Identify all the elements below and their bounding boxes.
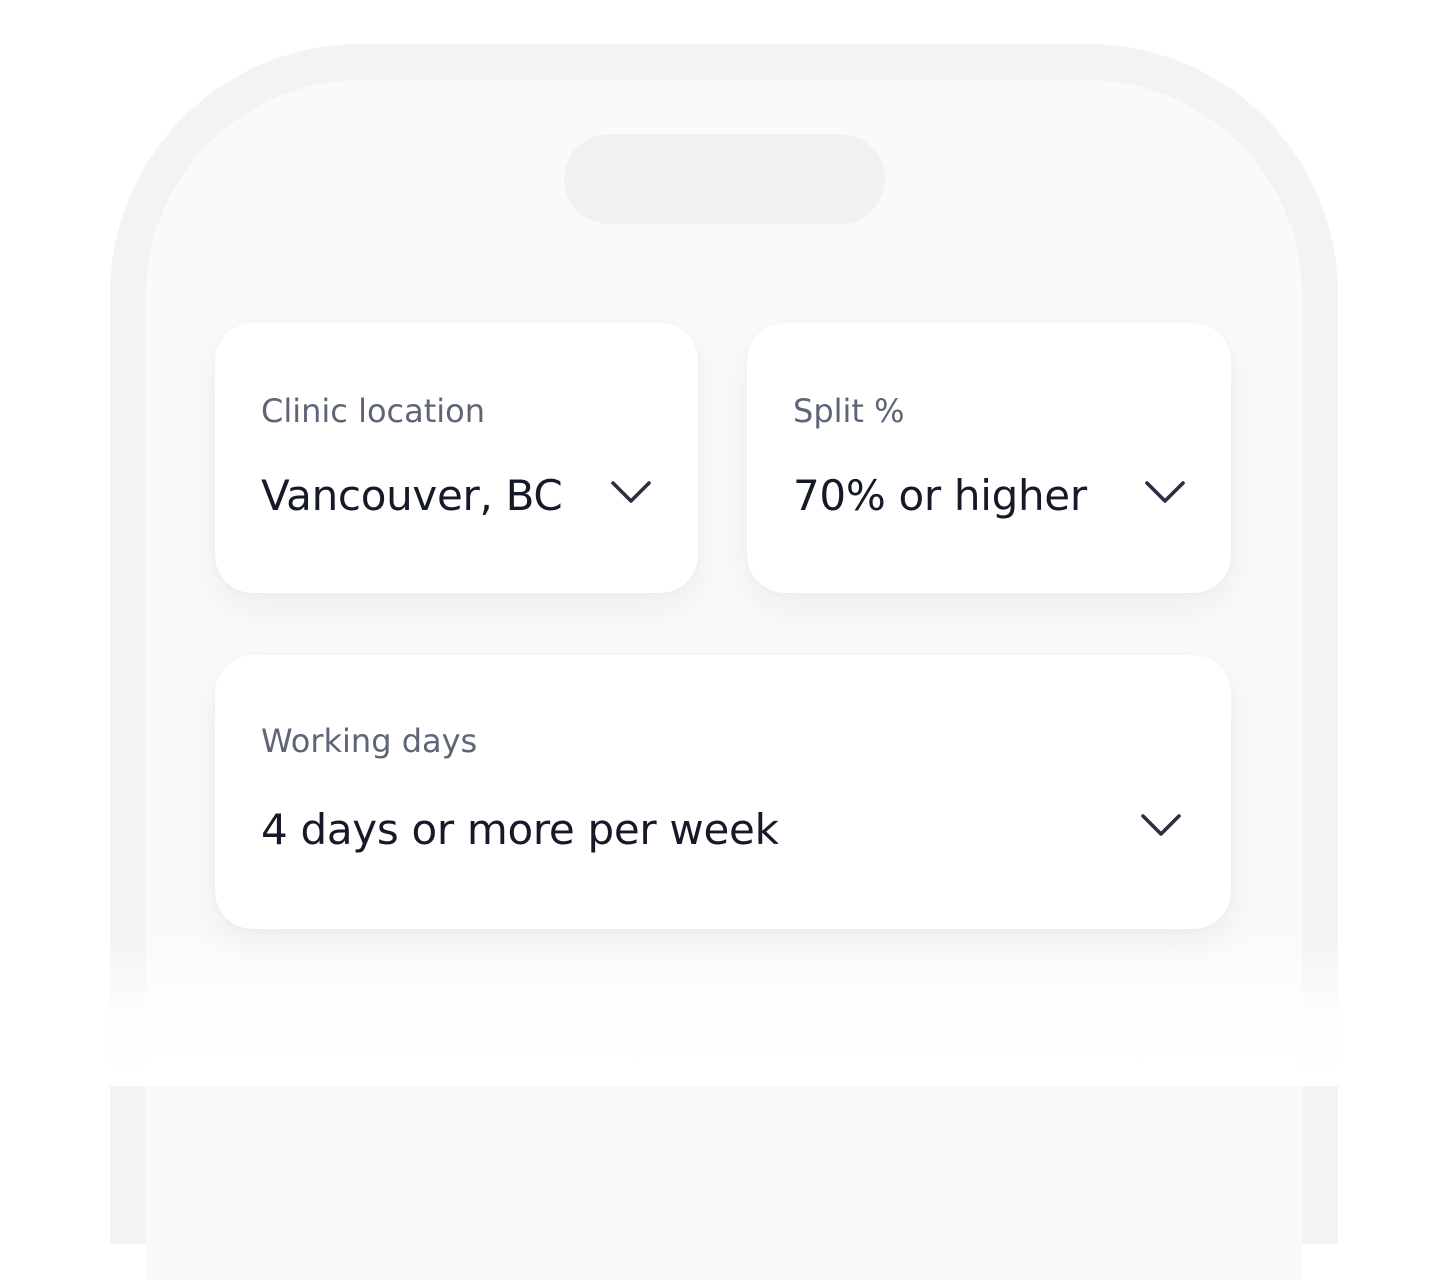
clinic-location-label: Clinic location (261, 392, 486, 430)
clinic-location-dropdown[interactable]: Clinic location Vancouver, BC (215, 323, 698, 593)
chevron-down-icon[interactable] (608, 477, 654, 507)
chevron-down-icon[interactable] (1142, 477, 1188, 507)
split-percent-value: 70% or higher (793, 471, 1087, 520)
working-days-value: 4 days or more per week (261, 805, 779, 854)
clinic-location-value: Vancouver, BC (261, 471, 563, 520)
working-days-dropdown[interactable]: Working days 4 days or more per week (215, 655, 1231, 929)
working-days-label: Working days (261, 722, 478, 760)
dynamic-island (564, 134, 885, 224)
chevron-down-icon[interactable] (1138, 810, 1184, 840)
split-percent-label: Split % (793, 392, 905, 430)
split-percent-dropdown[interactable]: Split % 70% or higher (747, 323, 1231, 593)
